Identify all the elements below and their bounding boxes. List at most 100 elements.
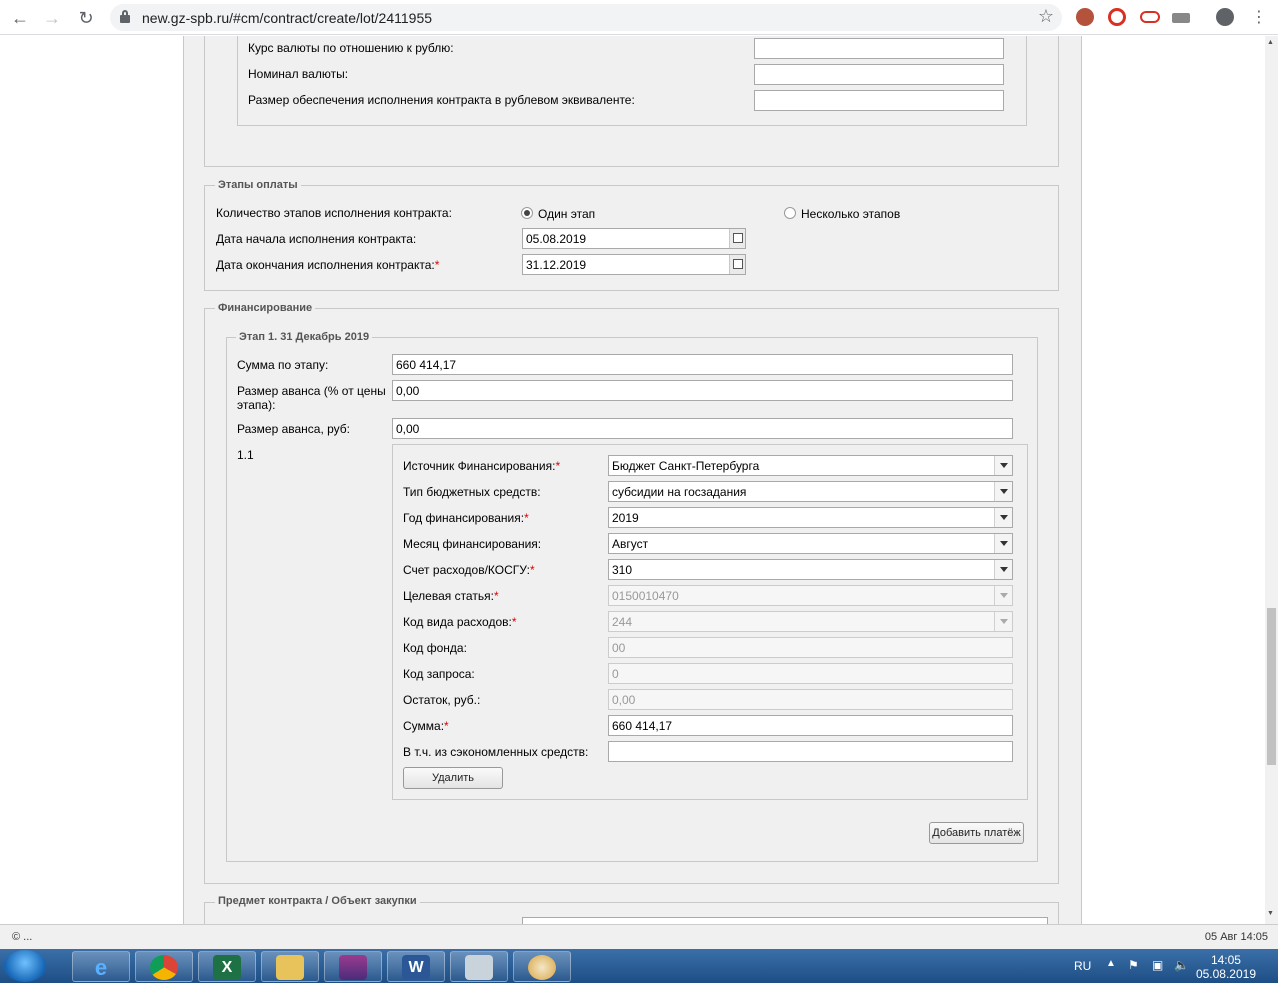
calendar-icon[interactable] <box>729 229 745 248</box>
delete-payment-button[interactable]: Удалить <box>403 767 503 789</box>
guarantee-rub-label: Размер обеспечения исполнения контракта … <box>248 93 635 107</box>
advance-pct-label: Размер аванса (% от цены этапа): <box>237 384 386 412</box>
stage-legend: Этап 1. 31 Декабрь 2019 <box>236 331 373 343</box>
required-mark: * <box>511 615 517 629</box>
folder-icon <box>276 955 304 980</box>
balance-label: Остаток, руб.: <box>403 693 481 707</box>
chevron-down-icon[interactable] <box>994 482 1012 501</box>
guarantee-rub-input[interactable] <box>754 90 1004 111</box>
amount-input[interactable]: 660 414,17 <box>608 715 1013 736</box>
year-select[interactable]: 2019 <box>608 507 1013 528</box>
many-stages-label[interactable]: Несколько этапов <box>801 207 900 221</box>
chevron-down-icon[interactable] <box>994 508 1012 527</box>
bookmark-star-icon[interactable]: ☆ <box>1038 6 1054 27</box>
windows-taskbar: e X W RU ▲ ⚑ ▣ 🔈 14:05 05.08.2019 <box>0 949 1278 983</box>
taskbar-winrar[interactable] <box>324 951 382 982</box>
financing-legend: Финансирование <box>215 302 316 314</box>
month-value: Август <box>612 537 649 551</box>
extension-icon[interactable] <box>1172 13 1190 23</box>
target-label-text: Целевая статья: <box>403 589 494 603</box>
calculator-icon <box>465 955 493 980</box>
one-stage-radio[interactable] <box>521 207 533 219</box>
account-value: 310 <box>612 563 633 577</box>
source-select[interactable]: Бюджет Санкт-Петербурга <box>608 455 1013 476</box>
account-select[interactable]: 310 <box>608 559 1013 580</box>
budget-type-select[interactable]: субсидии на госзадания <box>608 481 1013 502</box>
add-payment-button[interactable]: Добавить платёж <box>929 822 1024 844</box>
browser-toolbar: ← → ↻ new.gz-spb.ru/#cm/contract/create/… <box>0 0 1278 35</box>
amount-label-text: Сумма: <box>403 719 445 733</box>
source-value: Бюджет Санкт-Петербурга <box>612 459 760 473</box>
back-icon[interactable]: ← <box>8 6 32 30</box>
scrollbar-thumb[interactable] <box>1267 608 1276 765</box>
required-mark: * <box>555 459 561 473</box>
lock-icon <box>120 10 130 23</box>
required-mark: * <box>529 563 535 577</box>
extension-icon[interactable] <box>1108 8 1126 26</box>
subject-input[interactable] <box>522 917 1048 924</box>
stages-count-label: Количество этапов исполнения контракта: <box>216 206 452 220</box>
calendar-icon[interactable] <box>729 255 745 274</box>
scroll-down-icon[interactable]: ▼ <box>1267 910 1274 917</box>
taskbar-explorer[interactable] <box>261 951 319 982</box>
budget-type-value: субсидии на госзадания <box>612 485 747 499</box>
taskbar-chrome[interactable] <box>135 951 193 982</box>
menu-icon[interactable]: ⋮ <box>1247 6 1271 30</box>
start-button[interactable] <box>4 950 46 982</box>
currency-nominal-label: Номинал валюты: <box>248 67 349 81</box>
savings-input[interactable] <box>608 741 1013 762</box>
month-select[interactable]: Август <box>608 533 1013 554</box>
currency-rate-input[interactable] <box>754 38 1004 59</box>
year-label-text: Год финансирования: <box>403 511 525 525</box>
chevron-down-icon[interactable] <box>994 560 1012 579</box>
start-date-input[interactable]: 05.08.2019 <box>522 228 746 249</box>
many-stages-radio[interactable] <box>784 207 796 219</box>
network-icon[interactable]: ▣ <box>1152 958 1163 972</box>
chevron-down-icon[interactable] <box>994 534 1012 553</box>
payment-number: 1.1 <box>237 448 254 462</box>
paint-icon <box>528 955 556 980</box>
profile-icon[interactable] <box>1216 8 1234 26</box>
taskbar-word[interactable]: W <box>387 951 445 982</box>
fund-code-label: Код фонда: <box>403 641 467 655</box>
clock[interactable]: 14:05 05.08.2019 <box>1196 953 1256 981</box>
taskbar-calculator[interactable] <box>450 951 508 982</box>
request-code-label: Код запроса: <box>403 667 475 681</box>
taskbar-excel[interactable]: X <box>198 951 256 982</box>
volume-icon[interactable]: 🔈 <box>1174 958 1189 972</box>
taskbar-ie[interactable]: e <box>72 951 130 982</box>
stage-sum-input[interactable]: 660 414,17 <box>392 354 1013 375</box>
chevron-down-icon[interactable] <box>994 456 1012 475</box>
url-text[interactable]: new.gz-spb.ru/#cm/contract/create/lot/24… <box>142 10 432 26</box>
cloud-icon[interactable] <box>1140 11 1160 23</box>
taskbar-paint[interactable] <box>513 951 571 982</box>
required-mark: * <box>444 719 449 733</box>
scroll-up-icon[interactable]: ▲ <box>1267 39 1274 46</box>
tray-expand-icon[interactable]: ▲ <box>1106 958 1116 969</box>
page-scrollbar[interactable]: ▲ ▼ <box>1265 36 1278 924</box>
required-mark: * <box>493 589 499 603</box>
budget-type-label: Тип бюджетных средств: <box>403 485 541 499</box>
status-bar: © ... 05 Авг 14:05 <box>0 924 1278 949</box>
currency-nominal-input[interactable] <box>754 64 1004 85</box>
extension-icon[interactable] <box>1076 8 1094 26</box>
flag-icon[interactable]: ⚑ <box>1128 958 1139 972</box>
language-indicator[interactable]: RU <box>1074 959 1091 973</box>
required-mark: * <box>434 258 440 272</box>
excel-icon: X <box>213 955 241 980</box>
advance-pct-input[interactable]: 0,00 <box>392 380 1013 401</box>
status-left: © ... <box>12 931 33 943</box>
advance-pct-label-line1: Размер аванса (% от цены <box>237 384 386 398</box>
account-label-text: Счет расходов/КОСГУ: <box>403 563 530 577</box>
forward-icon[interactable]: → <box>40 6 64 30</box>
account-label: Счет расходов/КОСГУ:* <box>403 563 535 577</box>
reload-icon[interactable]: ↻ <box>74 6 98 30</box>
address-bar[interactable]: new.gz-spb.ru/#cm/contract/create/lot/24… <box>110 4 1062 31</box>
chevron-down-icon <box>994 612 1012 631</box>
fund-code-input: 00 <box>608 637 1013 658</box>
end-date-input[interactable]: 31.12.2019 <box>522 254 746 275</box>
one-stage-label[interactable]: Один этап <box>538 207 595 221</box>
advance-rub-input[interactable]: 0,00 <box>392 418 1013 439</box>
stage-sum-label: Сумма по этапу: <box>237 358 329 372</box>
amount-label: Сумма:* <box>403 719 449 733</box>
